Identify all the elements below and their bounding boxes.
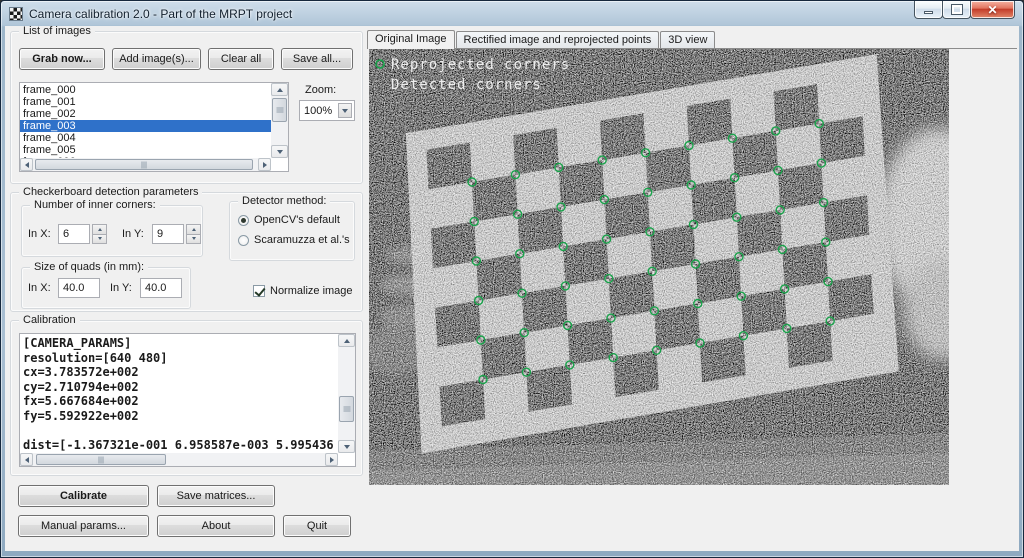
radio-label: OpenCV's default	[254, 214, 340, 226]
calibration-textbox[interactable]: [CAMERA_PARAMS] resolution=[640 480] cx=…	[19, 333, 356, 467]
viewer-tabstrip: Original ImageRectified image and reproj…	[367, 30, 1017, 49]
scroll-right-button[interactable]	[258, 158, 271, 171]
manual-params-button[interactable]: Manual params...	[18, 515, 149, 537]
corners-x-spinner[interactable]	[92, 224, 107, 244]
scroll-right-button[interactable]	[325, 453, 338, 466]
radio-opencv-default[interactable]: OpenCV's default	[238, 214, 340, 226]
scroll-left-button[interactable]	[20, 453, 33, 466]
list-item[interactable]: frame_004	[20, 132, 271, 144]
maximize-icon	[952, 5, 962, 14]
scroll-down-button[interactable]	[271, 145, 288, 158]
minimize-button[interactable]	[914, 1, 943, 19]
close-button[interactable]: ✕	[970, 1, 1015, 19]
group-title: Size of quads (in mm):	[30, 261, 148, 273]
client-area: List of images Grab now... Add image(s).…	[5, 26, 1019, 551]
image-listbox[interactable]: frame_000frame_001frame_002frame_003fram…	[19, 82, 289, 172]
app-checkerboard-icon	[9, 7, 23, 21]
about-button[interactable]: About	[157, 515, 275, 537]
close-icon: ✕	[987, 4, 997, 16]
scroll-down-button[interactable]	[338, 440, 355, 453]
group-title: Checkerboard detection parameters	[19, 186, 202, 198]
calib-hscrollbar[interactable]	[20, 453, 338, 466]
zoom-combobox[interactable]: 100%	[299, 100, 355, 121]
scrollbar-thumb[interactable]	[36, 454, 166, 465]
quad-y-input[interactable]: 40.0	[140, 278, 182, 298]
quad-x-input[interactable]: 40.0	[58, 278, 100, 298]
titlebar[interactable]: Camera calibration 2.0 - Part of the MRP…	[1, 1, 1023, 26]
scrollbar-thumb[interactable]	[272, 98, 287, 122]
zoom-value: 100%	[304, 105, 332, 117]
calibrate-button[interactable]: Calibrate	[18, 485, 149, 507]
scroll-up-button[interactable]	[271, 83, 288, 96]
quit-button[interactable]: Quit	[283, 515, 351, 537]
tab-rectified-image[interactable]: Rectified image and reprojected points	[456, 31, 660, 48]
corners-y-input[interactable]: 9	[152, 224, 184, 244]
radio-label: Scaramuzza et al.'s	[254, 234, 350, 246]
save-matrices-button[interactable]: Save matrices...	[157, 485, 275, 507]
list-item[interactable]: frame_002	[20, 108, 271, 120]
group-title: Detector method:	[238, 195, 330, 207]
list-item[interactable]: frame_000	[20, 84, 271, 96]
clear-all-button[interactable]: Clear all	[208, 48, 274, 70]
in-y-label: In Y:	[122, 228, 144, 240]
scrollbar-thumb[interactable]	[339, 396, 354, 422]
radio-icon	[238, 235, 249, 246]
zoom-label: Zoom:	[305, 84, 336, 96]
svg-text:Detected corners: Detected corners	[391, 77, 542, 93]
listbox-hscrollbar[interactable]	[20, 158, 271, 171]
detection-parameters-group: Checkerboard detection parameters Number…	[10, 192, 363, 312]
window-title: Camera calibration 2.0 - Part of the MRP…	[29, 7, 292, 21]
window-frame: Camera calibration 2.0 - Part of the MRP…	[0, 0, 1024, 558]
scroll-up-button[interactable]	[338, 334, 355, 347]
combobox-dropdown-button[interactable]	[338, 103, 352, 118]
grab-now-button[interactable]: Grab now...	[19, 48, 105, 70]
calibration-group: Calibration [CAMERA_PARAMS] resolution=[…	[10, 320, 363, 476]
normalize-image-row[interactable]: Normalize image	[253, 285, 353, 297]
svg-text:Reprojected corners: Reprojected corners	[391, 57, 570, 73]
scroll-left-button[interactable]	[20, 158, 33, 171]
list-item[interactable]: frame_003	[20, 120, 271, 132]
add-images-button[interactable]: Add image(s)...	[112, 48, 201, 70]
camera-frame-viewer: Reprojected corners Detected corners	[369, 49, 949, 485]
in-x-label: In X:	[28, 282, 51, 294]
radio-scaramuzza[interactable]: Scaramuzza et al.'s	[238, 234, 350, 246]
tab-3d-view[interactable]: 3D view	[660, 31, 715, 48]
tab-original-image[interactable]: Original Image	[367, 30, 455, 49]
maximize-button[interactable]	[942, 1, 971, 19]
save-all-button[interactable]: Save all...	[281, 48, 353, 70]
chevron-down-icon	[342, 109, 348, 113]
listbox-vscrollbar[interactable]	[271, 83, 288, 158]
in-x-label: In X:	[28, 228, 51, 240]
inner-corners-group: Number of inner corners: In X: 6 In Y: 9	[21, 205, 203, 257]
corners-x-input[interactable]: 6	[58, 224, 90, 244]
normalize-checkbox[interactable]	[253, 285, 265, 297]
list-item[interactable]: frame_005	[20, 144, 271, 156]
corners-y-spinner[interactable]	[186, 224, 201, 244]
calib-vscrollbar[interactable]	[338, 334, 355, 453]
scrollbar-thumb[interactable]	[35, 159, 253, 170]
application-window: Camera calibration 2.0 - Part of the MRP…	[0, 0, 1024, 558]
in-y-label: In Y:	[110, 282, 132, 294]
minimize-icon	[924, 11, 933, 14]
group-title: Calibration	[19, 314, 80, 326]
detector-method-group: Detector method: OpenCV's default Scaram…	[229, 201, 355, 261]
group-title: Number of inner corners:	[30, 199, 160, 211]
checkbox-label: Normalize image	[270, 285, 353, 297]
calibration-results-text: [CAMERA_PARAMS] resolution=[640 480] cx=…	[20, 334, 338, 453]
list-of-images-group: List of images Grab now... Add image(s).…	[10, 31, 363, 184]
quad-size-group: Size of quads (in mm): In X: 40.0 In Y: …	[21, 267, 191, 309]
list-item[interactable]: frame_001	[20, 96, 271, 108]
group-title: List of images	[19, 26, 95, 37]
radio-icon	[238, 215, 249, 226]
camera-frame-image: Reprojected corners Detected corners	[369, 49, 949, 485]
